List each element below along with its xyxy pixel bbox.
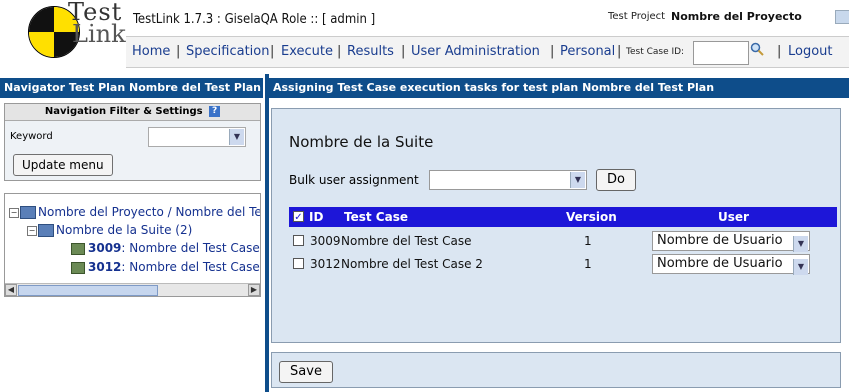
tree-testcase-node[interactable]: 3012: Nombre del Test Case 2	[71, 260, 260, 274]
row-user-select[interactable]: Nombre de Usuario ▼	[652, 254, 810, 275]
scroll-left-icon[interactable]: ◀	[5, 284, 17, 296]
tree-testcase-id[interactable]: 3012	[88, 260, 121, 274]
testcase-id-input[interactable]	[693, 41, 749, 65]
chevron-down-icon[interactable]: ▼	[229, 129, 244, 145]
row-id: 3012	[310, 257, 341, 271]
select-all-checkbox[interactable]: ✓	[293, 211, 304, 223]
assignment-title: Assigning Test Case execution tasks for …	[269, 78, 849, 98]
bulk-assignment-label: Bulk user assignment	[289, 173, 419, 187]
tree-testcase-name[interactable]: : Nombre del Test Case 2	[121, 260, 260, 274]
row-id: 3009	[310, 234, 341, 248]
tree-testcase-name[interactable]: : Nombre del Test Case	[121, 241, 259, 255]
row-user-select[interactable]: Nombre de Usuario ▼	[652, 231, 810, 252]
menu-home-link[interactable]: Home	[132, 44, 170, 59]
suite-title: Nombre de la Suite	[289, 133, 434, 151]
save-panel: Save	[271, 352, 841, 388]
menu-execute-link[interactable]: Execute	[281, 44, 333, 59]
navigation-filter-panel: Navigation Filter & Settings ? Keyword ▼…	[4, 103, 261, 181]
project-folder-icon	[20, 206, 36, 219]
window-icon[interactable]	[835, 10, 849, 24]
menu-separator: |	[777, 44, 782, 59]
row-user-select-value: Nombre de Usuario	[657, 256, 783, 271]
panel-splitter[interactable]	[265, 74, 269, 392]
navigator-title: Navigator Test Plan Nombre del Test Plan	[0, 78, 263, 98]
tree-project-label[interactable]: Nombre del Proyecto / Nombre del Test Pl…	[38, 205, 260, 219]
assignment-panel: Nombre de la Suite Bulk user assignment …	[271, 108, 841, 343]
test-plan-tree: −Nombre del Proyecto / Nombre del Test P…	[4, 193, 261, 297]
horizontal-scrollbar[interactable]: ◀ ▶	[5, 283, 260, 296]
do-button[interactable]: Do	[596, 169, 636, 191]
bulk-user-select[interactable]: ▼	[429, 170, 587, 190]
row-test-case: Nombre del Test Case	[341, 234, 472, 248]
table-row: 3012 Nombre del Test Case 2 1 Nombre de …	[289, 253, 837, 275]
menu-user-administration-link[interactable]: User Administration	[411, 44, 540, 59]
row-user-select-value: Nombre de Usuario	[657, 233, 783, 248]
testcase-id-label: Test Case ID:	[626, 47, 685, 57]
tree-testcase-id[interactable]: 3009	[88, 241, 121, 255]
row-version: 1	[584, 257, 592, 271]
tree-suite-node[interactable]: − Nombre de la Suite (2)	[27, 223, 192, 237]
menu-separator: |	[617, 44, 622, 59]
testcase-icon	[71, 242, 85, 255]
column-header-user: User	[718, 210, 749, 224]
scrollbar-thumb[interactable]	[18, 285, 158, 296]
column-header-id: ID	[309, 210, 324, 224]
column-header-test-case: Test Case	[344, 210, 408, 224]
menu-separator: |	[337, 44, 342, 59]
logo-text-link: Link	[72, 20, 126, 48]
keyword-select[interactable]: ▼	[148, 127, 246, 147]
suite-folder-icon	[38, 224, 54, 237]
chevron-down-icon[interactable]: ▼	[793, 259, 808, 275]
filter-heading-text: Navigation Filter & Settings	[44, 106, 203, 117]
project-name: Nombre del Proyecto	[671, 10, 802, 23]
tree-project-node[interactable]: − Nombre del Proyecto / Nombre del Test P…	[9, 205, 260, 219]
tree-suite-label[interactable]: Nombre de la Suite (2)	[56, 223, 192, 237]
menu-separator: |	[176, 44, 181, 59]
update-menu-button[interactable]: Update menu	[13, 154, 113, 176]
table-row: 3009 Nombre del Test Case 1 Nombre de Us…	[289, 230, 837, 252]
menu-specification-link[interactable]: Specification	[186, 44, 269, 59]
tree-testcase-node[interactable]: 3009: Nombre del Test Case	[71, 241, 260, 255]
scroll-right-icon[interactable]: ▶	[248, 284, 260, 296]
column-header-version: Version	[566, 210, 617, 224]
save-button[interactable]: Save	[279, 361, 333, 383]
table-header: ✓ ID Test Case Version User	[289, 207, 837, 227]
menu-results-link[interactable]: Results	[347, 44, 394, 59]
row-test-case: Nombre del Test Case 2	[341, 257, 483, 271]
app-title: TestLink 1.7.3 : GiselaQA Role :: [ admi…	[133, 12, 376, 27]
chevron-down-icon[interactable]: ▼	[570, 172, 585, 188]
menu-logout-link[interactable]: Logout	[788, 44, 833, 59]
menu-personal-link[interactable]: Personal	[560, 44, 615, 59]
project-label: Test Project	[608, 11, 666, 22]
row-checkbox[interactable]	[293, 235, 304, 246]
row-version: 1	[584, 234, 592, 248]
filter-heading: Navigation Filter & Settings ?	[5, 104, 260, 121]
search-icon[interactable]	[750, 42, 764, 56]
top-menu-bar: Home | Specification | Execute | Results…	[126, 36, 849, 68]
menu-separator: |	[401, 44, 406, 59]
menu-separator: |	[270, 44, 275, 59]
collapse-icon[interactable]: −	[27, 225, 37, 236]
row-checkbox[interactable]	[293, 258, 304, 269]
testcase-icon	[71, 261, 85, 274]
keyword-label: Keyword	[10, 131, 53, 142]
help-icon[interactable]: ?	[209, 105, 221, 117]
menu-separator: |	[550, 44, 555, 59]
header: Test Link TestLink 1.7.3 : GiselaQA Role…	[0, 0, 849, 70]
collapse-icon[interactable]: −	[9, 207, 19, 218]
chevron-down-icon[interactable]: ▼	[793, 236, 808, 252]
